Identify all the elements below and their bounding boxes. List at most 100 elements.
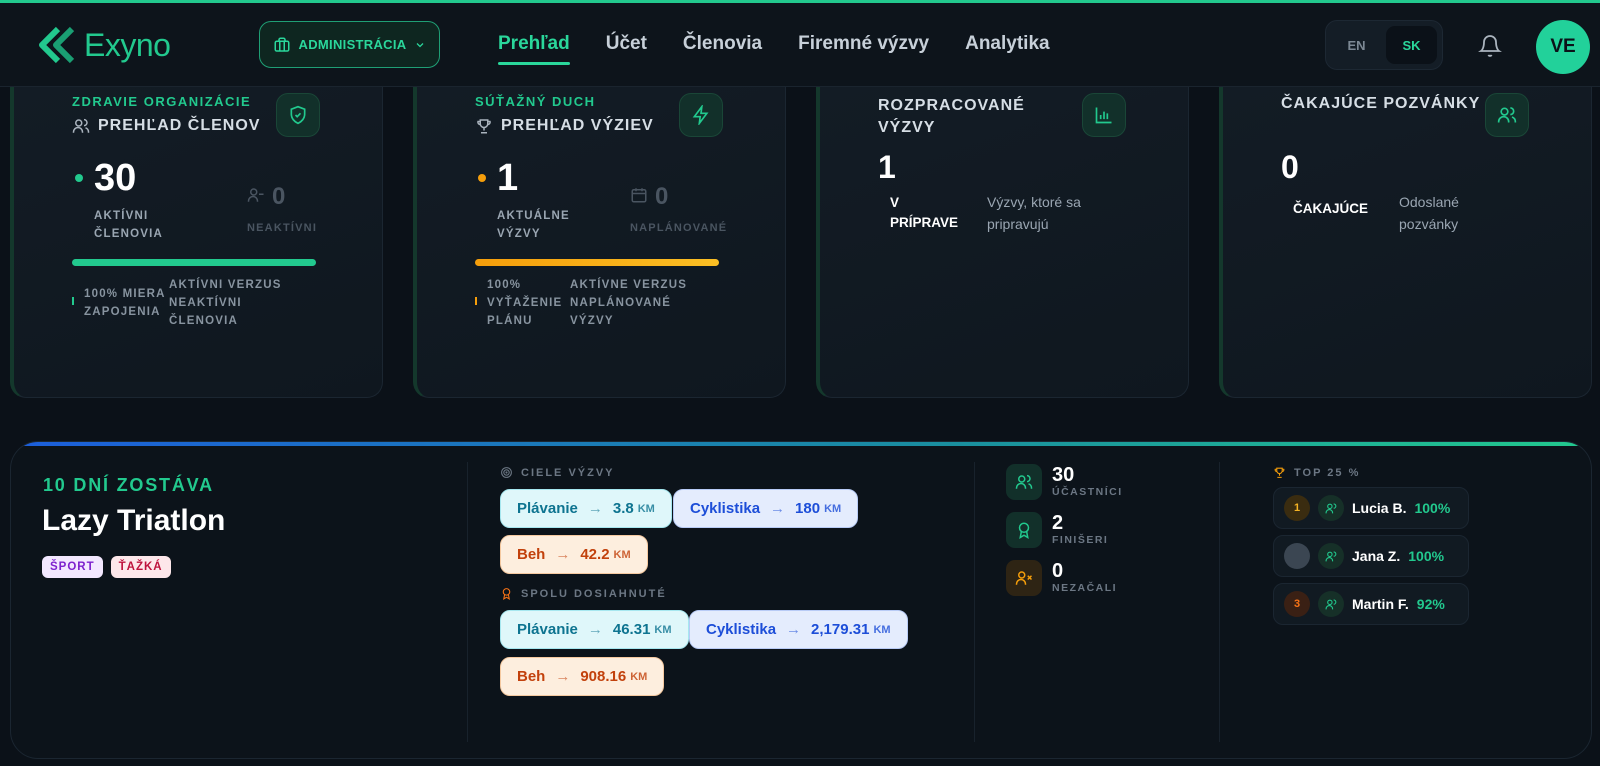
foot-line: PLÁNU [487,315,533,327]
in-progress-description: Výzvy, ktoré sa pripravujú [987,191,1081,235]
pending-invites-value: 0 [1281,149,1299,185]
divider [1219,462,1220,742]
participant-name: Lucia B. [1352,500,1407,516]
foot-marker [72,297,74,305]
goals-label-text: CIELE VÝZVY [521,466,615,479]
members-progress-track [72,259,316,266]
unit: KM [637,502,655,515]
unit: KM [613,548,631,561]
desc-line: Výzvy, ktoré sa [987,194,1081,210]
foot-marker [475,297,477,305]
app-header: Exyno ADMINISTRÁCIA Prehľad Účet Členovi… [0,3,1600,87]
label-line: AKTÍVNI [94,210,149,222]
users-icon [1006,464,1042,500]
not-started-value: 0 [1052,560,1064,582]
trophy-icon [477,119,491,134]
lang-sk-button[interactable]: SK [1386,26,1437,64]
desc-line: Odoslané [1399,194,1459,210]
bar-chart-icon [1082,93,1126,137]
label-line: AKTUÁLNE [497,210,570,222]
nav-overview[interactable]: Prehľad [498,33,570,65]
participant-percent: 92% [1416,596,1445,612]
leaderboard-row[interactable]: 3 Martin F. 92% [1273,583,1469,625]
participants-label: ÚČASTNÍCI [1052,486,1123,498]
current-challenges-label: AKTUÁLNE VÝZVY [497,207,570,243]
engagement-rate: 100% MIERA ZAPOJENIA [84,285,166,321]
not-started-stat: 0 NEZAČALI [1006,560,1117,596]
logo-chevrons-icon [39,26,75,64]
achieved-label: SPOLU DOSIAHNUTÉ [500,587,667,600]
rank-badge [1284,543,1310,569]
achieved-value: 908.16 [580,668,627,685]
foot-line: AKTÍVNI VERZUS [169,279,282,291]
desc-line: pripravujú [987,216,1049,232]
card-title-text: PREHĽAD VÝZIEV [501,117,654,134]
challenges-overview-card: SÚŤAŽNÝ DUCH PREHĽAD VÝZIEV 1 AKTUÁLNE V… [413,87,786,398]
pending-invites-card: ČAKAJÚCE POZVÁNKY 0 ČAKAJÚCE Odoslané po… [1219,87,1592,398]
active-members-label: AKTÍVNI ČLENOVIA [94,207,163,243]
foot-line: 100% [487,279,522,291]
goal-cycling: Cyklistika → 180 KM [673,489,859,528]
achieved-value: 46.31 [612,621,651,638]
discipline-name: Plávanie [517,621,578,638]
top-label: TOP 25 % [1273,466,1360,479]
finishers-label: FINIŠERI [1052,534,1109,546]
rank-badge: 3 [1284,591,1310,617]
challenge-accent-bar [11,442,1591,446]
unit: KM [873,623,891,636]
nav-account[interactable]: Účet [606,33,647,55]
notifications-bell-icon[interactable] [1478,33,1502,64]
participant-percent: 100% [1414,500,1451,516]
arrow-right-icon: → [587,500,603,517]
user-icon [1318,591,1344,617]
achieved-label-text: SPOLU DOSIAHNUTÉ [521,587,667,600]
lang-en-button[interactable]: EN [1331,26,1382,64]
members-progress-fill [72,259,316,266]
discipline-name: Cyklistika [690,500,761,517]
in-progress-value: 1 [878,149,896,185]
label-line: ČLENOVIA [94,228,164,240]
current-dot [478,174,486,182]
nav-analytics[interactable]: Analytika [965,33,1049,55]
goals-label: CIELE VÝZVY [500,466,615,479]
challenge-panel[interactable]: 10 DNÍ ZOSTÁVA Lazy Triatlon ŠPORT ŤAŽKÁ… [10,441,1592,759]
nav-members[interactable]: Členovia [683,33,762,55]
unit: KM [630,670,648,683]
card-title: ČAKAJÚCE POZVÁNKY [1281,95,1481,112]
pending-invites-label: ČAKAJÚCE [1293,201,1369,216]
lightning-icon [679,93,723,137]
participant-percent: 100% [1408,548,1445,564]
medal-icon [502,588,511,600]
chevron-down-icon [417,42,424,47]
in-progress-label: V PRÍPRAVE [890,193,958,233]
label-line: V [890,195,900,210]
plan-caption: AKTÍVNE VERZUS NAPLÁNOVANÉ VÝZVY [570,276,687,330]
divider [974,462,975,742]
nav-company-challenges[interactable]: Firemné výzvy [798,33,929,55]
foot-line: VYŤAŽENIE [487,297,563,309]
participant-name: Jana Z. [1352,548,1401,564]
brand-logo[interactable]: Exyno [38,25,171,65]
discipline-name: Cyklistika [706,621,777,638]
inactive-members-value: 0 [272,183,286,210]
leaderboard-row[interactable]: 1 Lucia B. 100% [1273,487,1469,529]
card-title: PREHĽAD VÝZIEV [475,117,654,135]
participant-name: Martin F. [1352,596,1409,612]
card-title: ROZPRACOVANÉ VÝZVY [878,95,1025,139]
foot-line: ZAPOJENIA [84,306,161,318]
unit: KM [824,502,842,515]
arrow-right-icon: → [555,546,571,563]
challenge-tags: ŠPORT ŤAŽKÁ [42,556,171,578]
top-label-text: TOP 25 % [1294,466,1361,479]
rank-badge: 1 [1284,495,1310,521]
finishers-value: 2 [1052,512,1064,534]
goal-value: 3.8 [612,500,634,517]
administration-button[interactable]: ADMINISTRÁCIA [259,21,440,68]
leaderboard-row[interactable]: Jana Z. 100% [1273,535,1469,577]
card-eyebrow: ZDRAVIE ORGANIZÁCIE [72,94,252,109]
members-overview-card: ZDRAVIE ORGANIZÁCIE PREHĽAD ČLENOV 30 AK… [10,87,383,398]
plan-utilization: 100% VYŤAŽENIE PLÁNU [487,276,562,330]
goal-value: 180 [795,500,821,517]
user-avatar[interactable]: VE [1536,20,1590,74]
unit: KM [654,623,672,636]
